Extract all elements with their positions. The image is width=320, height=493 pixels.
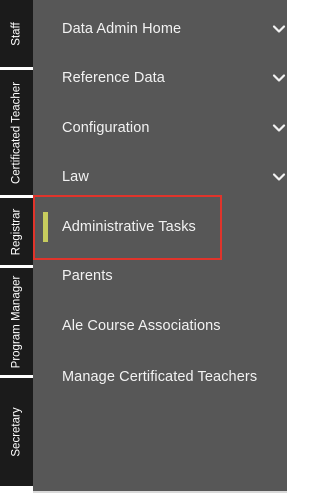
chevron-down-icon[interactable]	[272, 22, 286, 36]
chevron-down-icon[interactable]	[272, 71, 286, 85]
tab-secretary[interactable]: Secretary	[0, 378, 33, 489]
app-frame: Staff Certificated Teacher Registrar Pro…	[0, 0, 287, 493]
chevron-down-icon[interactable]	[272, 121, 286, 135]
tab-label: Certificated Teacher	[9, 81, 22, 184]
menu-item-label: Ale Course Associations	[62, 318, 221, 334]
menu-item-label: Law	[62, 169, 89, 185]
active-indicator	[43, 212, 48, 242]
tab-staff[interactable]: Staff	[0, 0, 33, 70]
menu-item-manage-certificated-teachers[interactable]: Manage Certificated Teachers	[33, 352, 287, 402]
chevron-down-icon[interactable]	[272, 170, 286, 184]
menu-item-label: Reference Data	[62, 70, 165, 86]
menu-item-label: Parents	[62, 268, 113, 284]
menu-item-label: Configuration	[62, 120, 150, 136]
menu-item-administrative-tasks[interactable]: Administrative Tasks	[33, 202, 287, 252]
tab-program-manager[interactable]: Program Manager	[0, 268, 33, 378]
menu-item-label: Administrative Tasks	[62, 219, 196, 235]
role-tab-strip: Staff Certificated Teacher Registrar Pro…	[0, 0, 33, 493]
menu-item-law[interactable]: Law	[33, 152, 287, 202]
menu-item-label: Manage Certificated Teachers	[62, 369, 258, 385]
menu-item-reference-data[interactable]: Reference Data	[33, 53, 287, 103]
menu-item-parents[interactable]: Parents	[33, 251, 287, 301]
menu-panel: Data Admin Home Reference Data Configura…	[33, 0, 287, 493]
menu-item-label: Data Admin Home	[62, 21, 182, 37]
menu-item-ale-course-associations[interactable]: Ale Course Associations	[33, 301, 287, 351]
tab-label: Staff	[9, 21, 22, 46]
tab-label: Registrar	[9, 208, 22, 255]
tab-certificated-teacher[interactable]: Certificated Teacher	[0, 70, 33, 198]
menu-item-configuration[interactable]: Configuration	[33, 103, 287, 153]
tab-label: Program Manager	[9, 275, 22, 368]
tab-label: Secretary	[9, 407, 22, 457]
tab-registrar[interactable]: Registrar	[0, 198, 33, 268]
menu-item-data-admin-home[interactable]: Data Admin Home	[33, 4, 287, 54]
